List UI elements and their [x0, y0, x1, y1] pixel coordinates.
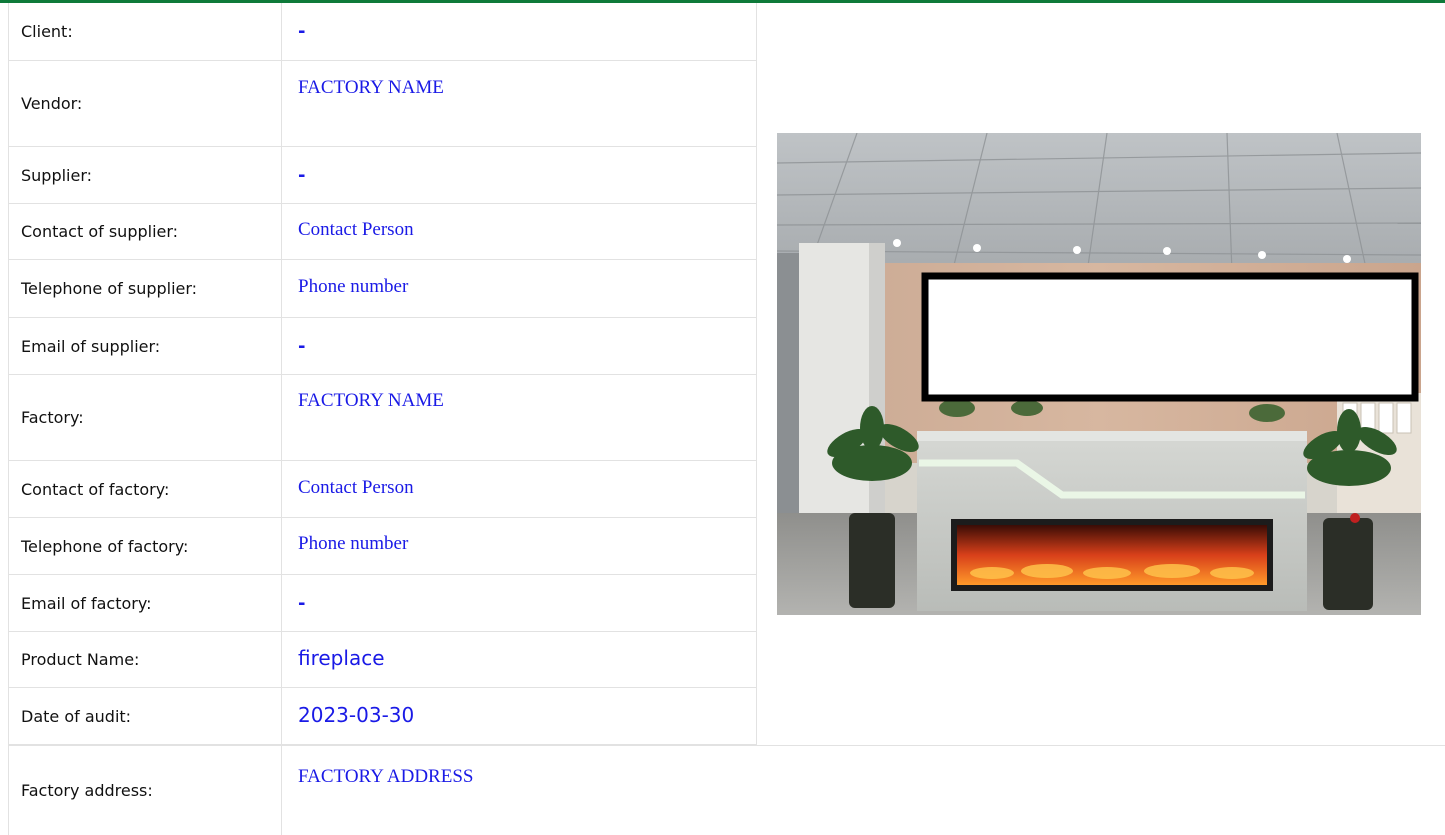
field-label-telephone-of-supplier: Telephone of supplier: [8, 260, 282, 317]
field-value-product-name: fireplace [298, 646, 385, 670]
table-row-email-of-factory: Email of factory: - [8, 575, 756, 632]
field-label-supplier: Supplier: [8, 147, 282, 203]
field-value-contact-of-supplier: Contact Person [298, 219, 414, 240]
field-value-telephone-of-supplier: Phone number [298, 276, 409, 297]
table-row-telephone-of-supplier: Telephone of supplier: Phone number [8, 260, 756, 318]
field-label-email-of-supplier: Email of supplier: [8, 318, 282, 374]
field-value-date-of-audit: 2023-03-30 [298, 703, 415, 727]
table-row-date-of-audit: Date of audit: 2023-03-30 [8, 688, 756, 745]
field-label-product-name: Product Name: [8, 632, 282, 687]
field-label-date-of-audit: Date of audit: [8, 688, 282, 744]
field-label-factory: Factory: [8, 375, 282, 460]
field-value-contact-of-factory: Contact Person [298, 477, 414, 498]
table-row-vendor: Vendor: FACTORY NAME [8, 61, 756, 147]
field-label-email-of-factory: Email of factory: [8, 575, 282, 631]
table-row-client: Client: - [8, 3, 756, 61]
field-value-email-of-factory: - [298, 593, 306, 614]
table-row-email-of-supplier: Email of supplier: - [8, 318, 756, 375]
field-value-telephone-of-factory: Phone number [298, 533, 409, 554]
table-row-supplier: Supplier: - [8, 147, 756, 204]
column-divider [756, 3, 757, 745]
field-value-vendor: FACTORY NAME [298, 77, 444, 98]
field-value-client: - [298, 21, 306, 42]
table-row-contact-of-factory: Contact of factory: Contact Person [8, 461, 756, 518]
table-row-factory-address: Factory address: FACTORY ADDRESS [8, 745, 1445, 835]
field-label-vendor: Vendor: [8, 61, 282, 146]
table-row-factory: Factory: FACTORY NAME [8, 375, 756, 461]
field-label-contact-of-supplier: Contact of supplier: [8, 204, 282, 259]
field-value-email-of-supplier: - [298, 336, 306, 357]
field-label-contact-of-factory: Contact of factory: [8, 461, 282, 517]
factory-reception-photo [777, 133, 1421, 615]
field-value-factory-address: FACTORY ADDRESS [298, 766, 474, 787]
field-value-factory: FACTORY NAME [298, 390, 444, 411]
field-value-supplier: - [298, 165, 306, 186]
table-row-telephone-of-factory: Telephone of factory: Phone number [8, 518, 756, 575]
table-row-contact-of-supplier: Contact of supplier: Contact Person [8, 204, 756, 260]
field-label-client: Client: [8, 3, 282, 60]
table-row-product-name: Product Name: fireplace [8, 632, 756, 688]
field-label-telephone-of-factory: Telephone of factory: [8, 518, 282, 574]
field-label-factory-address: Factory address: [8, 746, 282, 835]
